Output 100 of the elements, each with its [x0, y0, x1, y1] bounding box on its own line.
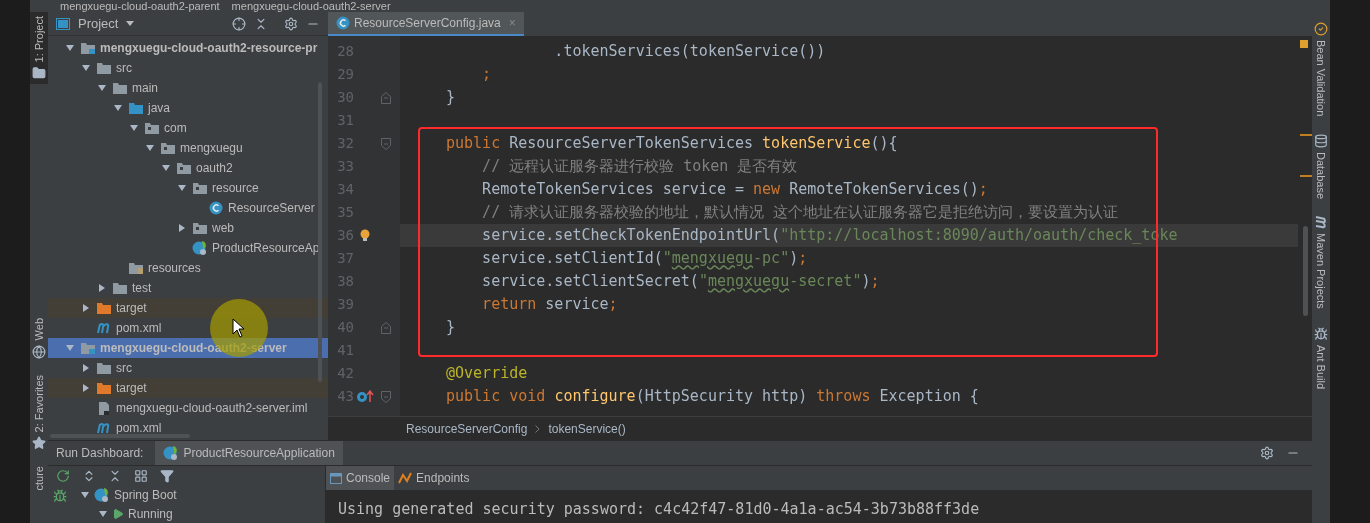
tree-item[interactable]: mengxuegu-cloud-oauth2-server.iml: [48, 398, 328, 418]
package-folder-icon: [144, 121, 160, 135]
breadcrumb-item[interactable]: tokenService(): [548, 419, 626, 438]
collapse-all-icon[interactable]: [108, 468, 122, 483]
spring-class-icon: [163, 445, 180, 461]
tool-window-tab[interactable]: Ant Build: [1312, 327, 1330, 390]
fold-marker-icon[interactable]: [381, 137, 391, 150]
package-folder-icon: [192, 221, 208, 235]
breadcrumb-item[interactable]: ResourceServerConfig: [406, 419, 528, 438]
maven-file-icon: [97, 422, 111, 434]
path-segment[interactable]: mengxuegu-cloud-oauth2-server: [231, 0, 391, 12]
tree-item[interactable]: src: [48, 58, 328, 78]
rerun-icon[interactable]: [56, 468, 70, 483]
tree-item[interactable]: main: [48, 78, 328, 98]
expanded-arrow-icon[interactable]: [80, 489, 90, 500]
fold-marker-icon[interactable]: [381, 321, 391, 334]
package-folder-icon: [160, 141, 176, 155]
folder-icon: [96, 61, 112, 75]
maven-icon: [1315, 216, 1327, 231]
code-line: RemoteTokenServices service = new RemoteTokenServices();: [481, 179, 988, 201]
filter-icon[interactable]: [160, 468, 174, 483]
module-folder-icon: [80, 41, 96, 55]
tree-item[interactable]: pom.xml: [48, 318, 328, 338]
console-output: Using generated security password: c4c42f47-81d0-4a1a-ac54-3b73b88ff3de: [338, 499, 981, 520]
collapse-all-icon[interactable]: [254, 16, 268, 31]
tree-item-label: oauth2: [196, 160, 233, 177]
tree-item[interactable]: ResourceServer: [48, 198, 328, 218]
resources-folder-icon: [128, 261, 144, 275]
tree-item-label: resource: [212, 180, 259, 197]
code-line: public ResourceServerTokenServices tokenService(){: [446, 133, 898, 155]
folder-icon: [128, 101, 144, 115]
console-icon: [330, 472, 342, 484]
tree-item[interactable]: target: [48, 378, 328, 398]
tree-item[interactable]: ProductResourceAp: [48, 238, 328, 258]
folder-icon: [112, 281, 128, 295]
tree-item-label: mengxuegu: [180, 140, 243, 157]
file-icon: [98, 400, 110, 416]
tool-window-tab[interactable]: cture: [30, 462, 48, 495]
lightbulb-icon[interactable]: [360, 229, 370, 242]
tree-item-label: mengxuegu-cloud-oauth2-resource-pr: [100, 40, 318, 57]
tree-item[interactable]: mengxuegu: [48, 138, 328, 158]
warning-stripe-mark: [1300, 40, 1308, 48]
group-icon[interactable]: [134, 468, 148, 483]
editor-tab[interactable]: ResourceServerConfig.java ×: [328, 12, 524, 36]
fold-marker-icon[interactable]: [381, 91, 391, 104]
tool-window-tab[interactable]: 2: Favorites: [30, 370, 48, 455]
tree-item[interactable]: resource: [48, 178, 328, 198]
run-tree-item[interactable]: Spring Boot: [72, 485, 325, 504]
folder-icon: [96, 301, 112, 315]
tree-item-label: test: [132, 280, 152, 297]
spring-class-icon: [94, 486, 110, 503]
settings-icon[interactable]: [1260, 446, 1274, 460]
run-tree-item[interactable]: Running: [72, 504, 325, 523]
console-tab[interactable]: Console: [326, 466, 395, 490]
settings-icon[interactable]: [284, 16, 298, 31]
editor-scrollbar[interactable]: [1303, 226, 1308, 316]
tree-item[interactable]: oauth2: [48, 158, 328, 178]
panel-title[interactable]: Project: [78, 13, 119, 34]
spring-class-icon: [192, 240, 208, 256]
folder-icon: [96, 361, 112, 375]
package-folder-icon: [176, 161, 192, 175]
collapsed-arrow-icon[interactable]: [177, 223, 187, 233]
tool-window-tab[interactable]: Database: [1312, 134, 1330, 200]
check-icon: [1314, 22, 1328, 36]
tree-item[interactable]: pom.xml: [48, 418, 328, 438]
tree-item[interactable]: web: [48, 218, 328, 238]
dropdown-caret-icon[interactable]: [126, 21, 135, 26]
tree-item[interactable]: com: [48, 118, 328, 138]
expanded-arrow-icon[interactable]: [98, 508, 108, 519]
tree-item[interactable]: src: [48, 358, 328, 378]
tree-item-label: target: [116, 380, 147, 397]
override-marker-icon[interactable]: [356, 390, 374, 403]
path-segment[interactable]: mengxuegu-cloud-oauth2-parent: [60, 0, 220, 12]
tree-item-label: web: [212, 220, 234, 237]
tree-item[interactable]: test: [48, 278, 328, 298]
database-icon: [1314, 134, 1328, 149]
tree-item-label: src: [116, 60, 132, 77]
debug-icon[interactable]: [53, 489, 67, 503]
tree-item-label: ProductResourceAp: [212, 240, 320, 257]
run-tab[interactable]: ProductResourceApplication: [155, 441, 343, 465]
locate-icon[interactable]: [232, 16, 246, 31]
code-line: // 请求认证服务器校验的地址，默认情况 这个地址在认证服务器它是拒绝访问，要设置为认证: [481, 202, 1119, 224]
class-icon: [209, 201, 223, 215]
tool-window-tab[interactable]: Web: [30, 314, 48, 363]
tree-item[interactable]: java: [48, 98, 328, 118]
package-folder-icon: [192, 181, 208, 195]
tree-item[interactable]: resources: [48, 258, 328, 278]
folder-icon: [32, 66, 46, 81]
tree-item-label: main: [132, 80, 158, 97]
tree-item-label: target: [116, 300, 147, 317]
tree-item-label: com: [164, 120, 187, 137]
tree-item[interactable]: mengxuegu-cloud-oauth2-resource-pr: [48, 38, 328, 58]
console-tab[interactable]: Endpoints: [394, 466, 474, 490]
fold-marker-icon[interactable]: [381, 390, 391, 403]
tool-window-tab[interactable]: 1: Project: [30, 12, 48, 85]
tree-item-label: src: [116, 360, 132, 377]
tool-window-tab[interactable]: Bean Validation: [1312, 22, 1330, 117]
tree-item-label: mengxuegu-cloud-oauth2-server.iml: [116, 400, 308, 417]
code-line: }: [446, 317, 456, 339]
tool-window-tab[interactable]: Maven Projects: [1312, 217, 1330, 310]
